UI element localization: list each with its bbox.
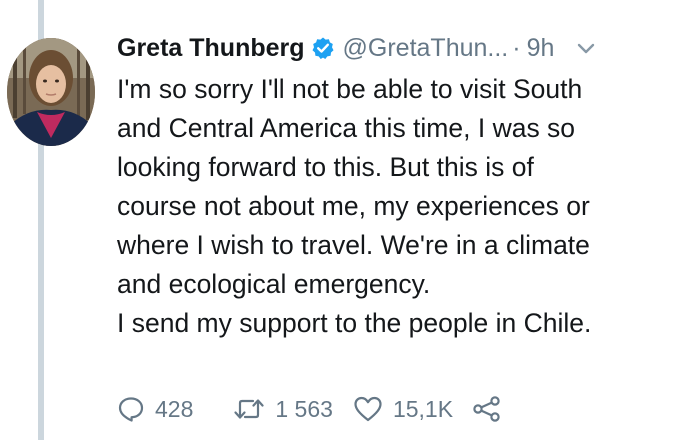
tweet-text-line: I send my support to the people in Chile…: [117, 308, 592, 338]
tweet-header: Greta Thunberg @GretaThun... · 9h: [117, 30, 667, 66]
verified-badge-icon: [311, 36, 335, 60]
tweet-text-line: and Central America this time, I was so: [117, 113, 576, 143]
retweet-count: 1 563: [275, 395, 333, 422]
like-button[interactable]: 15,1K: [353, 395, 453, 423]
reply-button[interactable]: 428: [117, 395, 193, 423]
tweet[interactable]: Greta Thunberg @GretaThun... · 9h I'm so…: [0, 0, 680, 440]
separator-dot: ·: [512, 33, 521, 62]
avatar-photo: [7, 38, 95, 146]
tweet-actions: 428 1 563 15,1K: [117, 392, 503, 426]
retweet-button[interactable]: 1 563: [233, 395, 333, 423]
tweet-text-line: looking forward to this. But this is of: [117, 152, 534, 182]
tweet-text-line: course not about me, my experiences or: [117, 191, 590, 221]
tweet-timestamp[interactable]: 9h: [527, 34, 555, 63]
heart-icon: [354, 396, 382, 422]
tweet-text-line: I'm so sorry I'll not be able to visit S…: [117, 74, 583, 104]
like-count: 15,1K: [392, 395, 454, 422]
tweet-page: Greta Thunberg @GretaThun... · 9h I'm so…: [0, 0, 680, 440]
tweet-text-line: and ecological emergency.: [117, 269, 431, 299]
reply-count: 428: [155, 395, 194, 422]
share-button[interactable]: [471, 395, 503, 423]
tweet-text: I'm so sorry I'll not be able to visit S…: [117, 70, 672, 343]
avatar[interactable]: [7, 38, 95, 146]
retweet-icon: [234, 399, 264, 419]
reply-icon: [118, 397, 144, 422]
author-handle[interactable]: @GretaThun...: [343, 34, 509, 63]
author-display-name[interactable]: Greta Thunberg: [117, 34, 305, 63]
chevron-down-icon[interactable]: [576, 41, 596, 55]
share-icon: [473, 396, 500, 422]
tweet-text-line: where I wish to travel. We're in a clima…: [117, 230, 590, 260]
